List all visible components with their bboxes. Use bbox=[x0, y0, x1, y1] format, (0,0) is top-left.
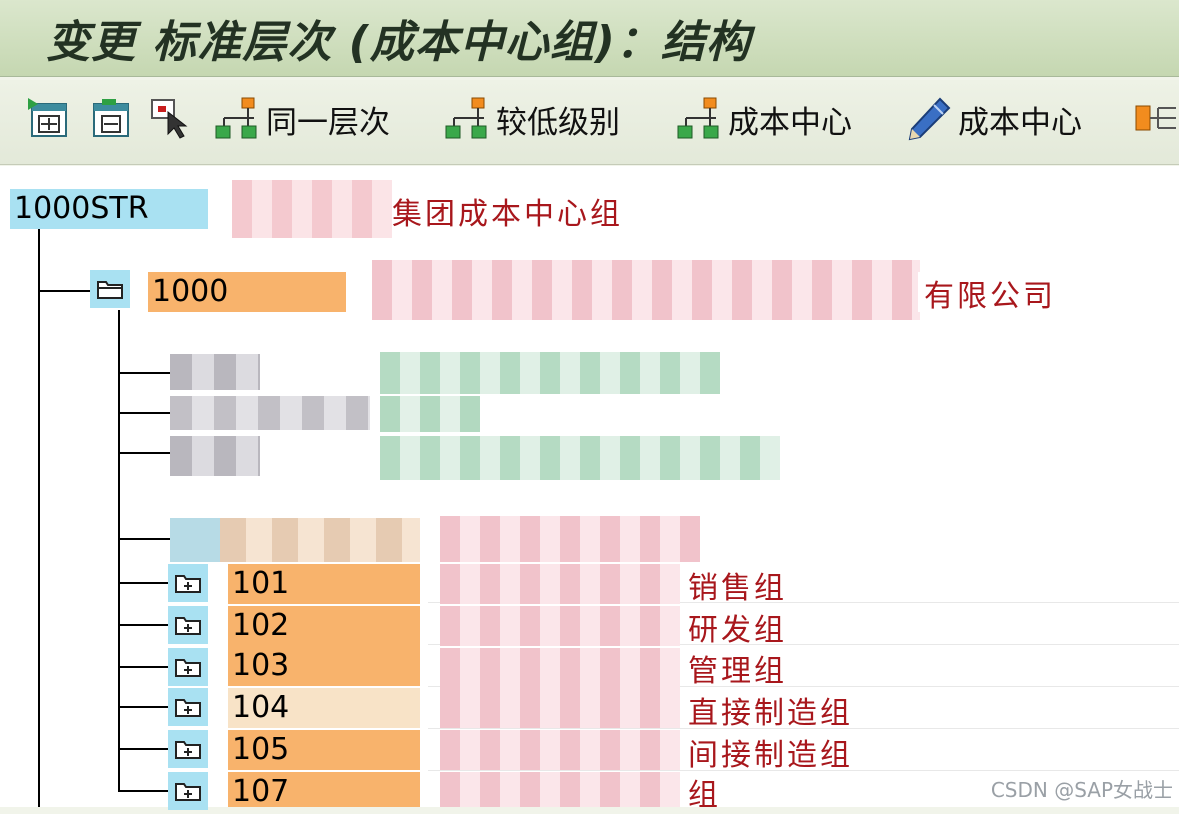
move-node-button[interactable] bbox=[1134, 96, 1179, 142]
hierarchy-node-icon bbox=[444, 96, 490, 142]
title-bar: 变更 标准层次 (成本中心组)：结构 bbox=[0, 0, 1179, 77]
tree-connector bbox=[118, 538, 170, 540]
redacted-text bbox=[380, 352, 720, 394]
create-cost-center-button[interactable]: 成本中心 bbox=[676, 96, 852, 142]
window-title: 变更 标准层次 (成本中心组)：结构 bbox=[46, 17, 751, 68]
redacted-text bbox=[170, 396, 370, 430]
watermark: CSDN @SAP女战士 bbox=[990, 778, 1173, 802]
redacted-text bbox=[440, 648, 680, 688]
redacted-text bbox=[440, 772, 680, 807]
create-cost-center-label: 成本中心 bbox=[728, 104, 852, 141]
folder-plus-icon[interactable] bbox=[168, 730, 208, 768]
edit-cost-center-button[interactable]: 成本中心 bbox=[906, 96, 1082, 142]
folder-plus-icon[interactable] bbox=[168, 772, 208, 810]
redacted-text bbox=[220, 518, 420, 562]
lower-level-label: 较低级别 bbox=[496, 104, 620, 141]
redacted-text bbox=[232, 180, 392, 238]
group-node-description: 间接制造组 bbox=[688, 738, 853, 773]
folder-plus-icon[interactable] bbox=[168, 688, 208, 726]
expand-subtree-button[interactable] bbox=[26, 96, 72, 142]
redacted-text bbox=[260, 358, 360, 390]
tree-connector bbox=[38, 290, 90, 292]
redacted-text bbox=[440, 688, 680, 728]
company-node-code[interactable]: 1000 bbox=[148, 272, 346, 312]
redacted-text bbox=[380, 396, 480, 432]
folder-plus-icon[interactable] bbox=[168, 606, 208, 644]
tree-connector bbox=[38, 228, 40, 807]
hierarchy-node-icon bbox=[214, 96, 260, 142]
folder-plus-icon[interactable] bbox=[168, 564, 208, 602]
collapse-subtree-button[interactable] bbox=[90, 96, 136, 142]
tree-connector bbox=[118, 372, 170, 374]
tree-connector bbox=[118, 748, 168, 750]
tree-connector bbox=[118, 624, 168, 626]
pencil-icon bbox=[906, 96, 952, 142]
group-node-description: 直接制造组 bbox=[688, 696, 853, 731]
tree-connector bbox=[118, 310, 120, 791]
tree-connector bbox=[118, 790, 168, 792]
folder-plus-icon[interactable] bbox=[168, 648, 208, 686]
group-node-code[interactable]: 102 bbox=[228, 606, 420, 646]
root-node-code[interactable]: 1000STR bbox=[10, 189, 208, 229]
select-pointer-icon bbox=[150, 96, 196, 142]
folder-open-icon[interactable] bbox=[90, 270, 130, 308]
tree-connector bbox=[118, 666, 168, 668]
company-node-description: 有限公司 bbox=[924, 279, 1056, 314]
group-node-code[interactable]: 105 bbox=[228, 730, 420, 770]
redacted-text bbox=[700, 520, 830, 560]
collapse-subtree-icon bbox=[90, 96, 136, 142]
redacted-text bbox=[372, 260, 920, 320]
group-node-code[interactable]: 104 bbox=[228, 688, 420, 728]
group-node-code[interactable]: 107 bbox=[228, 772, 420, 807]
group-node-description: 销售组 bbox=[688, 571, 787, 606]
redacted-text bbox=[440, 516, 700, 562]
group-node-code[interactable]: 103 bbox=[228, 646, 420, 686]
tree-connector bbox=[118, 412, 170, 414]
redacted-text bbox=[170, 354, 260, 390]
edit-cost-center-label: 成本中心 bbox=[958, 104, 1082, 141]
redacted-text bbox=[380, 436, 780, 480]
select-button[interactable] bbox=[150, 96, 196, 142]
lower-level-button[interactable]: 较低级别 bbox=[444, 96, 620, 142]
redacted-text bbox=[170, 436, 260, 476]
group-node-description: 研发组 bbox=[688, 613, 787, 648]
redacted-text bbox=[440, 606, 680, 646]
expand-subtree-icon bbox=[26, 96, 72, 142]
tree-connector bbox=[118, 452, 170, 454]
root-node-description: 集团成本中心组 bbox=[392, 197, 623, 232]
group-node-description: 组 bbox=[688, 778, 721, 813]
same-level-button[interactable]: 同一层次 bbox=[214, 96, 390, 142]
redacted-text bbox=[440, 564, 680, 604]
hierarchy-node-icon bbox=[676, 96, 722, 142]
tree-connector bbox=[118, 582, 168, 584]
redacted-text bbox=[440, 730, 680, 770]
group-node-description: 管理组 bbox=[688, 654, 787, 689]
tree-connector bbox=[118, 706, 168, 708]
redacted-text bbox=[260, 440, 360, 474]
same-level-label: 同一层次 bbox=[266, 104, 390, 141]
redacted-text bbox=[170, 518, 220, 562]
group-node-code[interactable]: 101 bbox=[228, 564, 420, 604]
move-node-icon bbox=[1134, 96, 1179, 142]
